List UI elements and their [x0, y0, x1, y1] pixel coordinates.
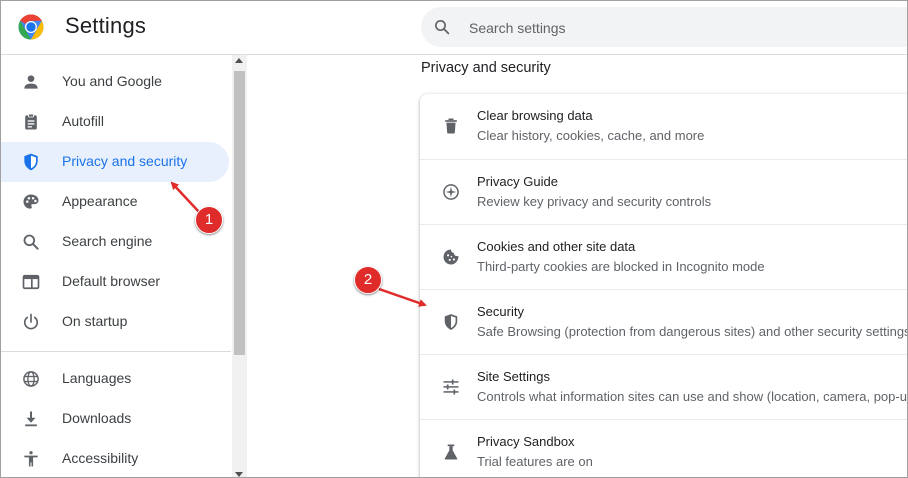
- scroll-down-arrow-icon[interactable]: [235, 472, 243, 477]
- privacy-settings-card: Clear browsing data Clear history, cooki…: [420, 94, 908, 477]
- cookie-icon: [443, 249, 459, 265]
- search-box[interactable]: [421, 7, 907, 49]
- download-icon: [25, 411, 37, 427]
- search-icon: [23, 234, 39, 250]
- sidebar-item-on-startup[interactable]: On startup: [1, 302, 229, 342]
- chrome-logo-icon: [18, 14, 44, 40]
- clipboard-icon: [25, 113, 37, 130]
- row-privacy-guide[interactable]: Privacy Guide Review key privacy and sec…: [420, 159, 907, 225]
- row-title: Privacy Sandbox: [477, 434, 575, 449]
- sidebar-item-label: Default browser: [62, 273, 161, 289]
- row-title: Privacy Guide: [477, 174, 558, 189]
- row-privacy-sandbox[interactable]: Privacy Sandbox Trial features are on: [420, 419, 907, 477]
- row-title: Cookies and other site data: [477, 239, 636, 254]
- sidebar-item-accessibility[interactable]: Accessibility: [1, 439, 229, 477]
- header: Settings: [1, 1, 907, 55]
- sidebar-item-default-browser[interactable]: Default browser: [1, 262, 229, 302]
- scrollbar-thumb[interactable]: [234, 71, 245, 355]
- browser-window-icon: [22, 274, 40, 290]
- row-cookies-and-site-data[interactable]: Cookies and other site data Third-party …: [420, 224, 907, 290]
- sidebar-item-label: Languages: [62, 370, 132, 386]
- sliders-icon: [443, 379, 459, 395]
- sidebar-item-label: Privacy and security: [62, 153, 188, 169]
- row-subtitle: Safe Browsing (protection from dangerous…: [477, 324, 908, 339]
- row-title: Site Settings: [477, 369, 550, 384]
- search-icon: [435, 20, 450, 35]
- row-security[interactable]: Security Safe Browsing (protection from …: [420, 289, 908, 355]
- flask-icon: [444, 444, 458, 460]
- row-subtitle: Controls what information sites can use …: [477, 389, 907, 404]
- security-shield-icon: [444, 314, 458, 330]
- sidebar-item-privacy-and-security[interactable]: Privacy and security: [1, 142, 229, 182]
- sidebar-item-label: Autofill: [62, 113, 105, 129]
- search-input[interactable]: [467, 7, 901, 49]
- sidebar-item-label: Search engine: [62, 233, 153, 249]
- sidebar-item-label: Accessibility: [62, 450, 139, 466]
- row-subtitle: Clear history, cookies, cache, and more: [477, 128, 705, 143]
- scroll-up-arrow-icon[interactable]: [235, 58, 243, 63]
- row-subtitle: Third-party cookies are blocked in Incog…: [477, 259, 765, 274]
- settings-window: Settings You and Google: [0, 0, 908, 478]
- accessibility-icon: [24, 451, 38, 467]
- sidebar-item-autofill[interactable]: Autofill: [1, 102, 229, 142]
- page-title: Settings: [65, 13, 147, 38]
- compass-icon: [443, 184, 459, 200]
- row-subtitle: Trial features are on: [477, 454, 593, 469]
- sidebar-item-label: Appearance: [62, 193, 138, 209]
- sidebar-item-label: You and Google: [62, 73, 162, 89]
- sidebar-item-label: Downloads: [62, 410, 132, 426]
- section-title: Privacy and security: [421, 60, 551, 76]
- sidebar-item-languages[interactable]: Languages: [1, 359, 229, 399]
- row-title: Clear browsing data: [477, 108, 593, 123]
- sidebar: You and Google Autofill Privacy and secu…: [1, 55, 231, 477]
- person-icon: [24, 75, 38, 89]
- sidebar-scrollbar[interactable]: [232, 55, 247, 477]
- globe-icon: [23, 371, 39, 387]
- row-site-settings[interactable]: Site Settings Controls what information …: [420, 354, 907, 420]
- callout-badge-1: 1: [195, 206, 223, 234]
- callout-badge-2: 2: [354, 266, 382, 294]
- sidebar-divider: [1, 351, 231, 352]
- row-subtitle: Review key privacy and security controls: [477, 194, 712, 209]
- sidebar-item-label: On startup: [62, 313, 128, 329]
- row-clear-browsing-data[interactable]: Clear browsing data Clear history, cooki…: [420, 94, 907, 159]
- sidebar-item-downloads[interactable]: Downloads: [1, 399, 229, 439]
- row-title: Security: [477, 304, 524, 319]
- trash-icon: [445, 118, 457, 134]
- shield-icon: [24, 153, 38, 171]
- power-icon: [23, 313, 39, 330]
- callout-arrow-2: [378, 287, 427, 307]
- sidebar-item-search-engine[interactable]: Search engine: [1, 222, 229, 262]
- palette-icon: [23, 194, 39, 209]
- sidebar-item-you-and-google[interactable]: You and Google: [1, 62, 229, 102]
